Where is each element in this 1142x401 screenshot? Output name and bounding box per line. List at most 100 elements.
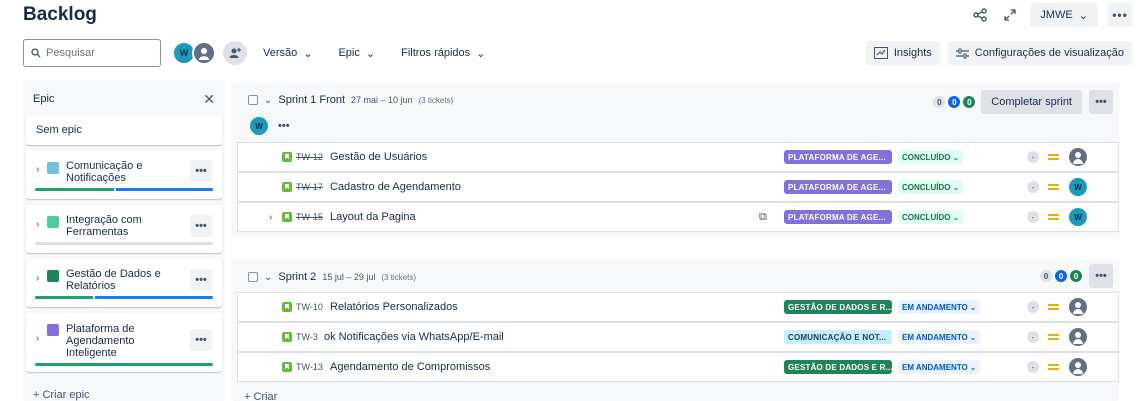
epic-name: Gestão de Dados e Relatórios	[66, 268, 161, 292]
issue-key[interactable]: TW-3	[296, 332, 318, 342]
chevron-right-icon[interactable]: ›	[36, 164, 39, 175]
unassigned-avatar-icon[interactable]	[1069, 298, 1087, 316]
issue-row[interactable]: TW-12 Gestão de Usuários PLATAFORMA DE A…	[237, 142, 1119, 172]
issue-summary[interactable]: Agendamento de Compromissos	[330, 361, 490, 373]
view-settings-button[interactable]: Configurações de visualização	[947, 41, 1132, 65]
status-dropdown[interactable]: EM ANDAMENTO ⌄	[898, 330, 981, 344]
status-dropdown[interactable]: CONCLUÍDO ⌄	[898, 180, 964, 194]
epic-label[interactable]: PLATAFORMA DE AGE...	[784, 180, 892, 194]
insights-button[interactable]: Insights	[865, 41, 940, 65]
chevron-down-icon: ⌄	[952, 152, 960, 162]
more-icon[interactable]: •••	[190, 329, 212, 351]
more-icon[interactable]: •••	[1089, 90, 1113, 114]
complete-sprint-button[interactable]: Completar sprint	[981, 90, 1082, 114]
toolbar-right: Insights Configurações de visualização	[865, 41, 1132, 65]
unassigned-avatar-icon[interactable]	[1069, 328, 1087, 346]
issue-summary[interactable]: Relatórios Personalizados	[330, 301, 458, 313]
more-icon[interactable]: •••	[190, 160, 212, 182]
issue-row[interactable]: TW-17 Cadastro de Agendamento PLATAFORMA…	[237, 172, 1119, 202]
chevron-right-icon[interactable]: ›	[269, 212, 272, 223]
estimate-badge[interactable]: -	[1027, 301, 1039, 313]
status-dropdown[interactable]: EM ANDAMENTO ⌄	[898, 300, 981, 314]
avatar[interactable]: W	[250, 117, 268, 135]
epic-dropdown[interactable]: Epic ⌄	[338, 47, 375, 60]
issue-row[interactable]: › TW-15 Layout da Pagina ⧉ PLATAFORMA DE…	[237, 202, 1119, 232]
epic-card[interactable]: › Comunicação e Notificações •••	[26, 150, 222, 199]
add-people-icon[interactable]	[223, 41, 247, 65]
progress-count-badge: 0	[948, 96, 961, 108]
priority-medium-icon	[1048, 182, 1059, 192]
issue-key[interactable]: TW-12	[296, 152, 323, 162]
epic-card[interactable]: › Plataforma de Agendamento Inteligente …	[26, 313, 222, 372]
chevron-down-icon[interactable]: ⌄	[264, 95, 272, 106]
issue-summary[interactable]: Cadastro de Agendamento	[330, 181, 461, 193]
more-icon[interactable]: •••	[1089, 264, 1113, 288]
chevron-down-icon: ⌄	[1078, 9, 1088, 22]
project-dropdown[interactable]: JMWE ⌄	[1030, 3, 1098, 27]
more-icon[interactable]: •••	[278, 120, 290, 132]
versao-label: Versão	[263, 47, 298, 59]
filtros-dropdown[interactable]: Filtros rápidos ⌄	[401, 47, 485, 60]
chevron-down-icon: ⌄	[952, 212, 960, 222]
story-icon	[282, 302, 292, 312]
sprint-checkbox[interactable]	[248, 95, 258, 105]
versao-dropdown[interactable]: Versão ⌄	[263, 47, 312, 60]
issue-row[interactable]: TW-13 Agendamento de Compromissos GESTÃO…	[237, 352, 1119, 382]
create-issue-button[interactable]: + Criar	[244, 391, 277, 401]
issue-key[interactable]: TW-13	[296, 362, 323, 372]
status-dropdown[interactable]: CONCLUÍDO ⌄	[898, 150, 964, 164]
close-icon[interactable]: ✕	[203, 91, 215, 108]
chevron-down-icon[interactable]: ⌄	[264, 272, 272, 283]
sprint-dates: 15 jul – 29 jul	[322, 272, 376, 282]
avatar[interactable]: W	[1069, 178, 1087, 196]
story-icon	[282, 152, 292, 162]
estimate-badge[interactable]: -	[1027, 361, 1039, 373]
filtros-label: Filtros rápidos	[401, 47, 471, 59]
search-input[interactable]	[46, 47, 146, 59]
more-icon[interactable]: •••	[190, 215, 212, 237]
epic-card[interactable]: › Gestão de Dados e Relatórios •••	[26, 259, 222, 307]
unassigned-avatar-icon[interactable]	[1069, 148, 1087, 166]
status-dropdown[interactable]: EM ANDAMENTO ⌄	[898, 360, 981, 374]
sem-epic-item[interactable]: Sem epic	[26, 116, 222, 145]
issue-row[interactable]: TW-10 Relatórios Personalizados GESTÃO D…	[237, 292, 1119, 322]
issue-summary[interactable]: Layout da Pagina	[330, 211, 416, 223]
sprint-ticket-count: (3 tickets)	[381, 272, 417, 282]
epic-card[interactable]: › Integração com Ferramentas •••	[26, 205, 222, 253]
issue-summary[interactable]: Gestão de Usuários	[330, 151, 427, 163]
issue-key[interactable]: TW-15	[296, 212, 323, 222]
epic-label[interactable]: PLATAFORMA DE AGE...	[784, 150, 892, 164]
create-epic-button[interactable]: + Criar epic	[33, 389, 90, 401]
user-avatar-icon[interactable]	[192, 41, 216, 65]
issue-key[interactable]: TW-17	[296, 182, 323, 192]
sprint-checkbox[interactable]	[248, 272, 258, 282]
sliders-icon	[955, 48, 969, 58]
share-icon[interactable]	[970, 5, 990, 25]
story-icon	[282, 212, 292, 222]
epic-label[interactable]: GESTÃO DE DADOS E R...	[784, 360, 892, 374]
chevron-right-icon[interactable]: ›	[36, 219, 39, 230]
avatar[interactable]: W	[1069, 208, 1087, 226]
status-dropdown[interactable]: CONCLUÍDO ⌄	[898, 210, 964, 224]
estimate-badge[interactable]: -	[1027, 151, 1039, 163]
more-icon[interactable]: •••	[190, 269, 212, 291]
chevron-right-icon[interactable]: ›	[36, 333, 39, 344]
issue-key[interactable]: TW-10	[296, 302, 323, 312]
search-box[interactable]	[23, 39, 161, 67]
expand-icon[interactable]	[1000, 5, 1020, 25]
issue-summary[interactable]: ok Notificações via WhatsApp/E-mail	[324, 331, 504, 343]
estimate-badge[interactable]: -	[1027, 211, 1039, 223]
epic-label[interactable]: PLATAFORMA DE AGE...	[784, 210, 892, 224]
chevron-right-icon[interactable]: ›	[36, 273, 39, 284]
epic-label[interactable]: GESTÃO DE DADOS E R...	[784, 300, 892, 314]
epic-label[interactable]: COMUNICAÇÃO E NOT...	[784, 330, 892, 344]
estimate-badge[interactable]: -	[1027, 331, 1039, 343]
sprint-container: ⌄ Sprint 1 Front 27 mai – 10 jun (3 tick…	[232, 82, 1119, 238]
progress-count-badge: 0	[1055, 270, 1067, 282]
issue-row[interactable]: TW-3 ok Notificações via WhatsApp/E-mail…	[237, 322, 1119, 352]
unassigned-avatar-icon[interactable]	[1069, 358, 1087, 376]
header-actions: JMWE ⌄ •••	[970, 3, 1132, 27]
priority-medium-icon	[1048, 152, 1059, 162]
estimate-badge[interactable]: -	[1027, 181, 1039, 193]
more-icon[interactable]: •••	[1108, 3, 1132, 27]
